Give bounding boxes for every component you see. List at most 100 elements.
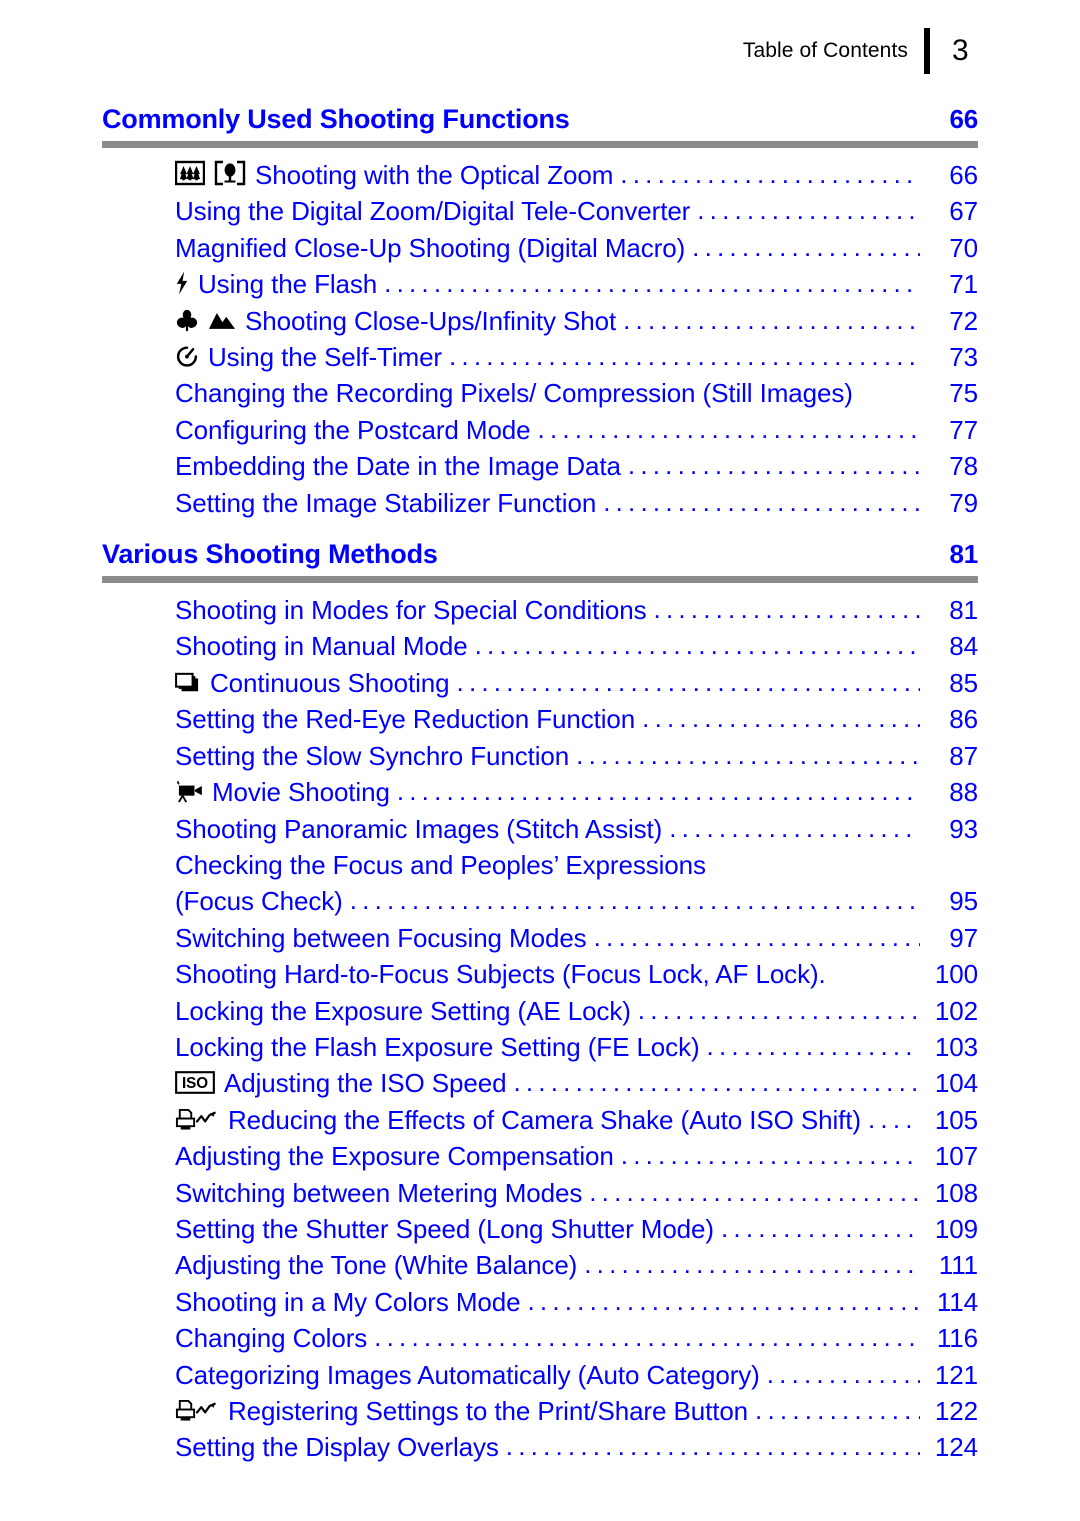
section-heading[interactable]: Various Shooting Methods 81: [102, 539, 978, 570]
toc-entry[interactable]: Shooting with the Optical Zoom..........…: [175, 157, 978, 193]
zoom-tele-icon: [214, 160, 246, 186]
section-heading-page-number: 66: [949, 104, 978, 134]
toc-entry-label: Setting the Display Overlays: [175, 1432, 499, 1463]
toc-entry-page-number: 79: [949, 487, 978, 518]
toc-entry-label: Changing Colors: [175, 1323, 368, 1354]
toc-entry[interactable]: Switching between Metering Modes........…: [175, 1175, 978, 1211]
toc-entry-label: Setting the Shutter Speed (Long Shutter …: [175, 1213, 714, 1244]
entry-icon-group: [175, 160, 246, 186]
entry-icon-group: [175, 781, 203, 803]
dot-leader: ........................................…: [537, 413, 920, 444]
entry-icon-group: [175, 1108, 219, 1131]
toc-entry-label: Shooting Panoramic Images (Stitch Assist…: [175, 813, 663, 844]
dot-leader: ........................................…: [653, 594, 920, 625]
section-heading-title: Commonly Used Shooting Functions: [102, 104, 570, 134]
toc-entry[interactable]: Reducing the Effects of Camera Shake (Au…: [175, 1102, 978, 1138]
toc-entry-label: Setting the Slow Synchro Function: [175, 740, 570, 771]
toc-entry[interactable]: Embedding the Date in the Image Data....…: [175, 448, 978, 484]
toc-entry[interactable]: Shooting in Modes for Special Conditions…: [175, 592, 978, 628]
toc-entry[interactable]: Using the Self-Timer....................…: [175, 339, 978, 375]
toc-entry-label: Using the Flash: [198, 269, 378, 300]
flash-icon: [175, 271, 189, 295]
toc-entry-page-number: 73: [949, 342, 978, 373]
svg-text:ISO: ISO: [182, 1075, 208, 1092]
toc-entry[interactable]: Shooting in Manual Mode.................…: [175, 628, 978, 664]
toc-entry-label: Setting the Image Stabilizer Function: [175, 487, 597, 518]
toc-entry[interactable]: Shooting Hard-to-Focus Subjects (Focus L…: [175, 956, 978, 992]
infinity-mountain-icon: [208, 309, 236, 330]
toc-entry[interactable]: Continuous Shooting.....................…: [175, 665, 978, 701]
toc-entry[interactable]: Shooting Close-Ups/Infinity Shot........…: [175, 303, 978, 339]
toc-entry-page-number: 81: [949, 595, 978, 626]
dot-leader: ........................................…: [860, 374, 920, 410]
toc-entry[interactable]: Using the Flash.........................…: [175, 266, 978, 302]
toc-entry[interactable]: Locking the Exposure Setting (AE Lock)..…: [175, 993, 978, 1029]
entry-icon-group: [175, 1399, 219, 1422]
dot-leader: ........................................…: [766, 1358, 920, 1389]
toc-entry[interactable]: Switching between Focusing Modes........…: [175, 920, 978, 956]
toc-entry-label: Shooting Close-Ups/Infinity Shot: [245, 305, 617, 336]
toc-entry[interactable]: Movie Shooting..........................…: [175, 774, 978, 810]
toc-entry-page-number: 78: [949, 451, 978, 482]
dot-leader: ........................................…: [505, 1431, 920, 1462]
self-timer-icon: [175, 344, 199, 368]
toc-entry-label: Using the Digital Zoom/Digital Tele-Conv…: [175, 196, 691, 227]
dot-leader: ........................................…: [589, 1176, 920, 1207]
toc-entry-label: Continuous Shooting: [210, 667, 450, 698]
entry-icon-group: ISO: [175, 1071, 215, 1095]
toc-entry-page-number: 102: [934, 995, 978, 1026]
dot-leader: ........................................…: [720, 1212, 920, 1243]
dot-leader: ........................................…: [833, 955, 920, 991]
section-heading[interactable]: Commonly Used Shooting Functions 66: [102, 104, 978, 135]
toc-entry[interactable]: Adjusting the Exposure Compensation.....…: [175, 1138, 978, 1174]
dot-leader: ........................................…: [620, 1140, 920, 1171]
toc-entry[interactable]: Setting the Shutter Speed (Long Shutter …: [175, 1211, 978, 1247]
toc-entry[interactable]: Categorizing Images Automatically (Auto …: [175, 1357, 978, 1393]
toc-entry-page-number: 70: [949, 232, 978, 263]
iso-box-icon: ISO: [175, 1071, 215, 1095]
toc-entry[interactable]: Setting the Slow Synchro Function.......…: [175, 738, 978, 774]
toc-entry[interactable]: Configuring the Postcard Mode...........…: [175, 412, 978, 448]
toc-entry-page-number: 86: [949, 704, 978, 735]
toc-entry[interactable]: Shooting Panoramic Images (Stitch Assist…: [175, 811, 978, 847]
toc-entry[interactable]: Locking the Flash Exposure Setting (FE L…: [175, 1029, 978, 1065]
toc-entry[interactable]: ISO Adjusting the ISO Speed..............…: [175, 1065, 978, 1101]
toc-entry-page-number: 85: [949, 667, 978, 698]
toc-entry-page-number: 107: [934, 1141, 978, 1172]
toc-entry[interactable]: (Focus Check)...........................…: [175, 883, 978, 919]
dot-leader: ........................................…: [669, 812, 920, 843]
movie-camera-icon: [175, 781, 203, 803]
toc-entry[interactable]: Setting the Image Stabilizer Function...…: [175, 485, 978, 521]
toc-entry[interactable]: Setting the Red-Eye Reduction Function..…: [175, 701, 978, 737]
toc-entry[interactable]: Changing the Recording Pixels/ Compressi…: [175, 375, 978, 411]
dot-leader: ........................................…: [637, 994, 920, 1025]
toc-entry[interactable]: Using the Digital Zoom/Digital Tele-Conv…: [175, 193, 978, 229]
toc-entry-page-number: 84: [949, 631, 978, 662]
toc-entry[interactable]: Changing Colors.........................…: [175, 1320, 978, 1356]
toc-entry[interactable]: Checking the Focus and Peoples’ Expressi…: [175, 847, 978, 883]
toc-entry[interactable]: Shooting in a My Colors Mode............…: [175, 1284, 978, 1320]
toc-entry-label: Shooting in Manual Mode: [175, 631, 468, 662]
section-entry-list: Shooting with the Optical Zoom..........…: [175, 157, 978, 521]
header-divider-bar: [924, 28, 930, 74]
toc-entry[interactable]: Setting the Display Overlays............…: [175, 1429, 978, 1465]
dot-leader: ........................................…: [384, 268, 920, 299]
toc-entry-page-number: 122: [934, 1396, 978, 1426]
toc-entry-label: Reducing the Effects of Camera Shake (Au…: [228, 1104, 861, 1135]
dot-leader: ........................................…: [593, 921, 920, 952]
toc-entry-page-number: 87: [949, 740, 978, 771]
toc-entry-page-number: 111: [938, 1250, 978, 1281]
toc-entry-label: (Focus Check): [175, 886, 343, 917]
toc-entry-label: Shooting Hard-to-Focus Subjects (Focus L…: [175, 959, 826, 990]
dot-leader: ........................................…: [692, 231, 920, 262]
entry-icon-group: [175, 344, 199, 368]
entry-icon-group: [175, 672, 201, 694]
toc-entry-page-number: 75: [949, 378, 978, 409]
toc-entry-page-number: 116: [936, 1323, 978, 1354]
toc-entry-label: Registering Settings to the Print/Share …: [228, 1396, 749, 1426]
dot-leader: ........................................…: [706, 1030, 920, 1061]
toc-entry[interactable]: Adjusting the Tone (White Balance)......…: [175, 1247, 978, 1283]
toc-entry[interactable]: Magnified Close-Up Shooting (Digital Mac…: [175, 230, 978, 266]
toc-entry[interactable]: Registering Settings to the Print/Share …: [175, 1393, 978, 1429]
